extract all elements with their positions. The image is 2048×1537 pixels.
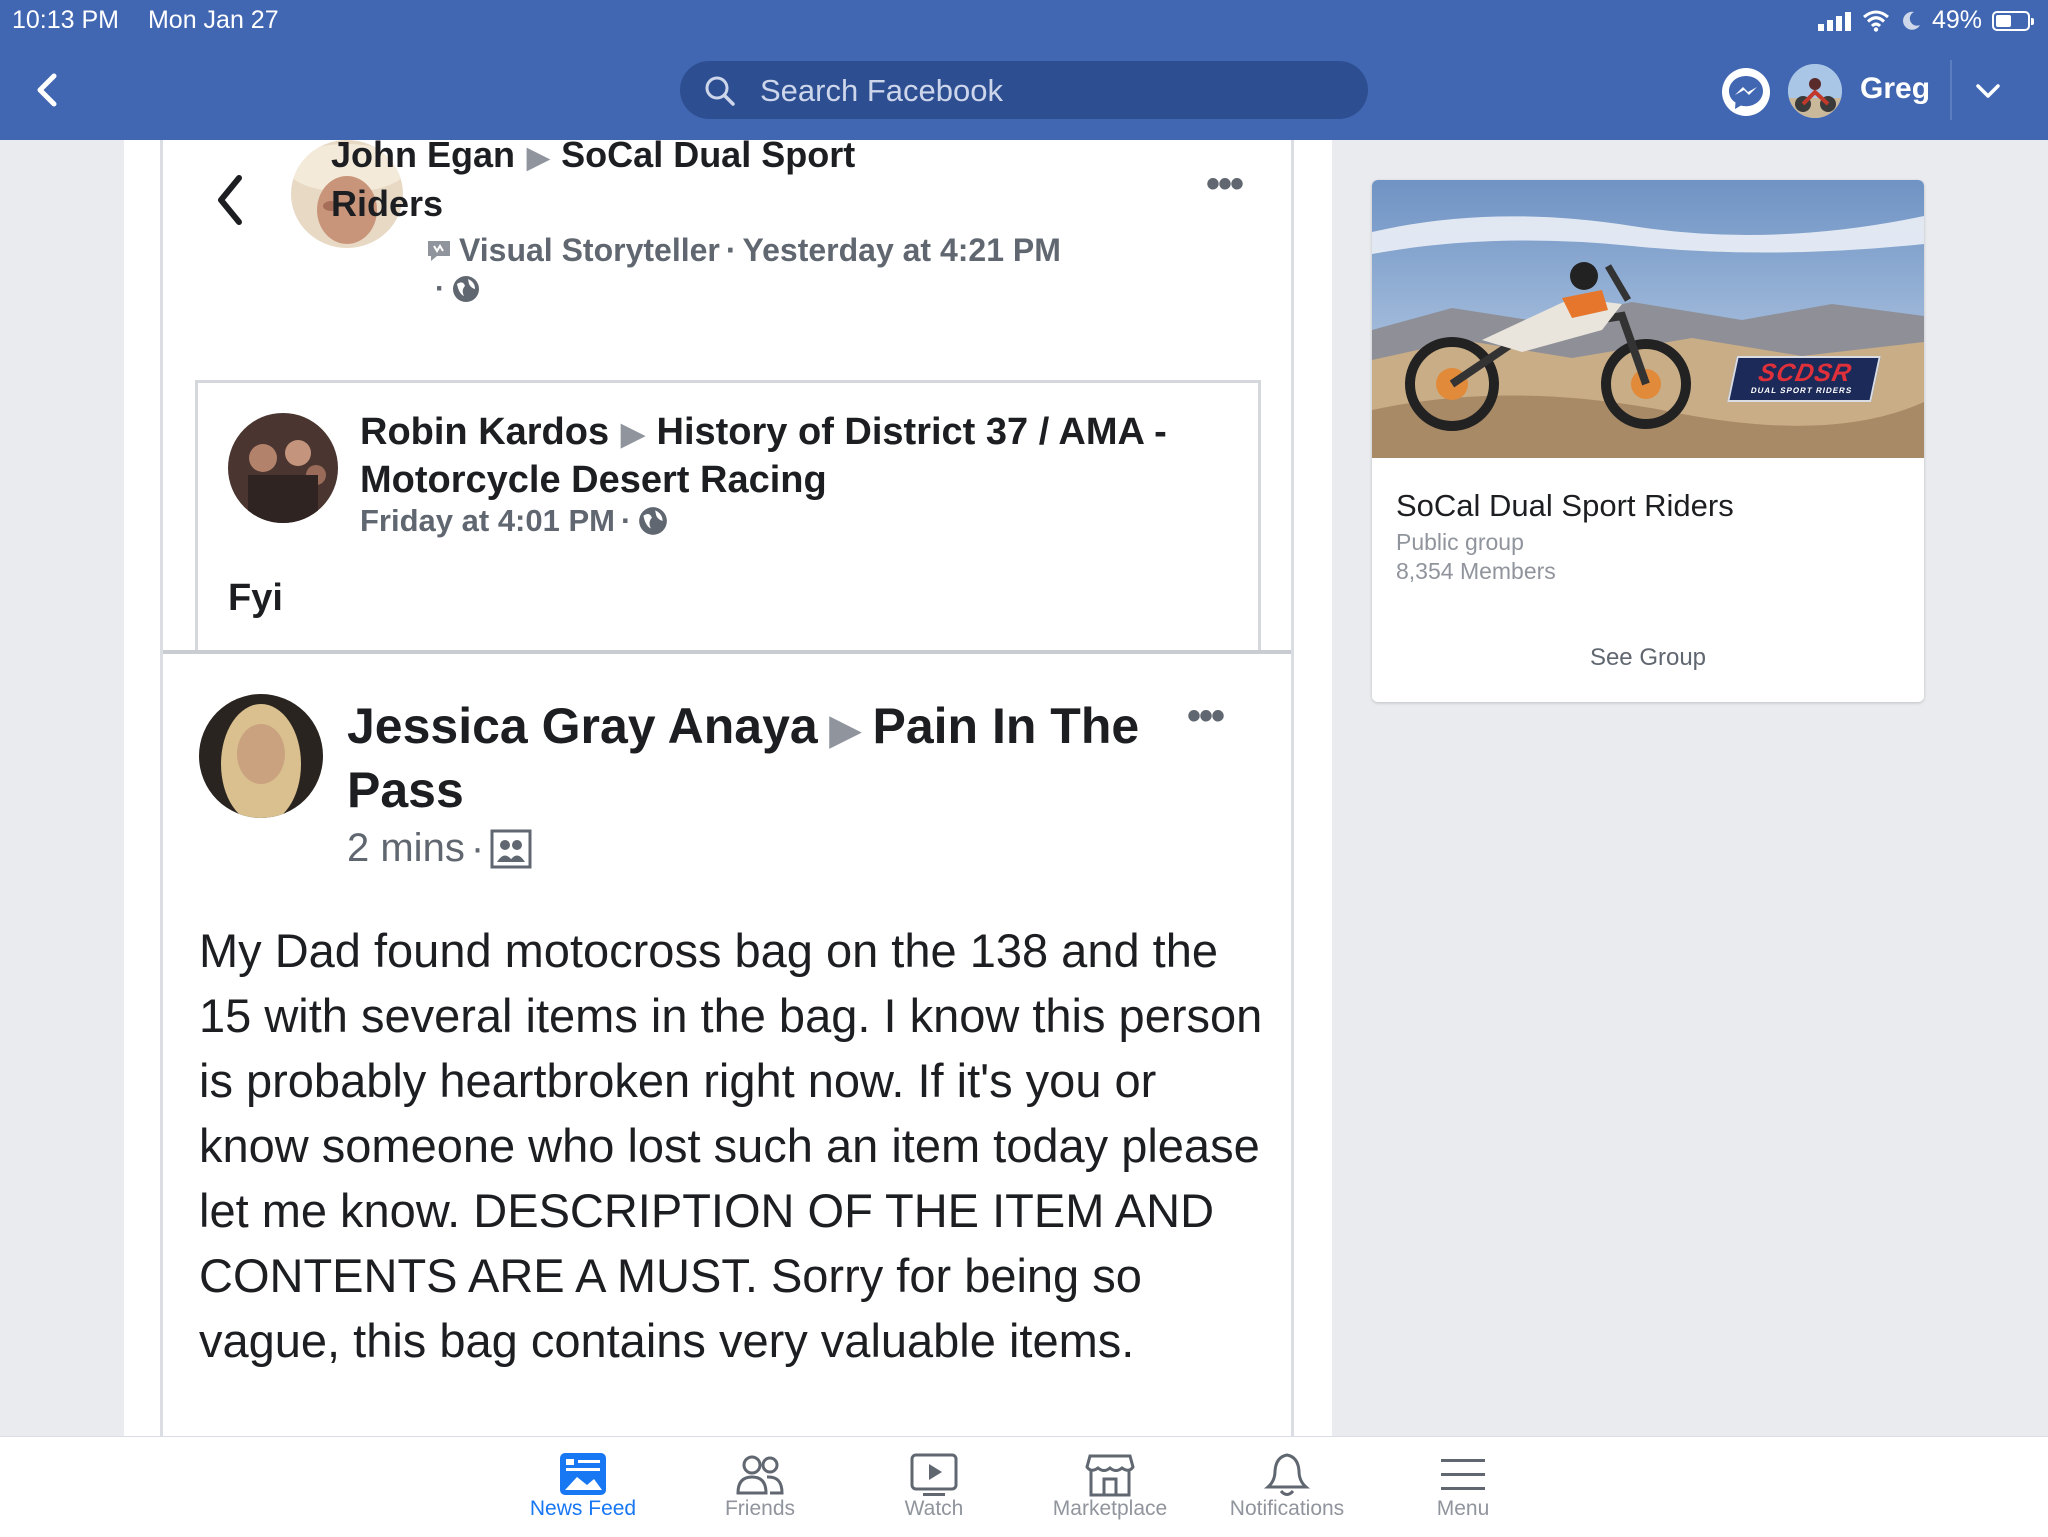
status-date: Mon Jan 27	[147, 6, 279, 34]
post-divider	[163, 650, 1291, 654]
post-author[interactable]: Jessica Gray Anaya	[347, 698, 818, 754]
shared-post-author[interactable]: John Egan	[331, 140, 515, 175]
shared-post-privacy: ·	[435, 272, 481, 306]
see-group-button[interactable]: See Group	[1372, 644, 1924, 672]
group-logo-text: SCDSR	[1756, 359, 1855, 387]
tab-watch[interactable]: Watch	[846, 1437, 1022, 1537]
storyteller-badge-icon	[428, 240, 450, 261]
group-cover-photo[interactable]	[1372, 180, 1924, 458]
quoted-post-meta: Friday at 4:01 PM ·	[360, 503, 669, 539]
tab-label: Notifications	[1229, 1497, 1345, 1520]
messenger-button[interactable]	[1722, 68, 1770, 116]
post-title: Jessica Gray Anaya ▶ Pain In The Pass	[347, 696, 1147, 820]
group-logo-subtext: DUAL SPORT RIDERS	[1749, 386, 1854, 395]
group-name[interactable]: SoCal Dual Sport Riders	[1396, 488, 1734, 524]
profile-photo-icon	[199, 694, 323, 818]
meta-separator: ·	[620, 503, 632, 538]
meta-separator: ·	[725, 232, 737, 268]
quoted-post: Robin Kardos ▶ History of District 37 / AM…	[195, 380, 1261, 650]
watch-icon	[910, 1453, 958, 1496]
meta-separator: ·	[435, 272, 445, 305]
shared-post-title: John Egan ▶ SoCal Dual Sport Riders	[331, 140, 931, 227]
more-options-icon[interactable]: •••	[1187, 694, 1225, 739]
post-meta: 2 mins ·	[347, 826, 532, 871]
globe-icon	[453, 276, 479, 302]
chevron-down-icon[interactable]	[1973, 76, 2003, 106]
search-input[interactable]	[758, 61, 1342, 121]
notifications-icon	[1263, 1453, 1311, 1496]
moon-icon	[1903, 11, 1920, 30]
tab-label: News Feed	[529, 1497, 637, 1520]
tab-news-feed[interactable]: News Feed	[495, 1437, 671, 1537]
battery-icon	[1992, 10, 2034, 31]
profile-avatar[interactable]	[1788, 64, 1842, 118]
news-feed-column: John Egan ▶ SoCal Dual Sport Riders Visual…	[124, 140, 1332, 1436]
post-time[interactable]: 2 mins	[347, 826, 465, 871]
group-privacy: Public group	[1396, 529, 1524, 555]
quoted-post-time[interactable]: Friday at 4:01 PM	[360, 503, 615, 539]
tab-menu[interactable]: Menu	[1375, 1437, 1551, 1537]
group-card: SCDSR DUAL SPORT RIDERS SoCal Dual Sport…	[1372, 180, 1924, 702]
quoted-post-title: Robin Kardos ▶ History of District 37 / AM…	[360, 409, 1220, 503]
tab-notifications[interactable]: Notifications	[1199, 1437, 1375, 1537]
group-audience-icon	[490, 829, 532, 868]
news-feed-icon	[560, 1453, 606, 1495]
back-chevron-icon[interactable]	[28, 70, 68, 110]
profile-name[interactable]: Greg	[1860, 72, 1930, 106]
profile-photo-icon	[228, 413, 338, 523]
tab-marketplace[interactable]: Marketplace	[1022, 1437, 1198, 1537]
tab-friends[interactable]: Friends	[672, 1437, 848, 1537]
search-icon	[705, 76, 735, 106]
tab-label: Menu	[1436, 1497, 1490, 1520]
tab-label: Marketplace	[1052, 1497, 1168, 1520]
search-bar[interactable]	[680, 61, 1368, 121]
more-options-icon[interactable]: •••	[1206, 162, 1244, 207]
group-logo: SCDSR DUAL SPORT RIDERS	[1727, 356, 1881, 402]
feed-post-screenshot: John Egan ▶ SoCal Dual Sport Riders Visual…	[160, 140, 1294, 1436]
meta-separator: ·	[470, 826, 485, 870]
top-navigation-bar: 10:13 PM Mon Jan 27 49% Search Facebook …	[0, 0, 2048, 140]
bottom-tab-bar: News Feed Friends Watch Marketplace Noti…	[0, 1436, 2048, 1537]
shared-post-time[interactable]: Yesterday at 4:21 PM	[743, 232, 1061, 269]
cellular-signal-icon	[1817, 11, 1851, 31]
group-member-count: 8,354 Members	[1396, 558, 1556, 584]
messenger-icon	[1729, 76, 1763, 109]
back-arrow-icon[interactable]	[211, 170, 251, 230]
quoted-post-author[interactable]: Robin Kardos	[360, 411, 609, 453]
menu-icon	[1441, 1459, 1485, 1490]
wifi-icon	[1862, 10, 1889, 32]
friends-icon	[736, 1455, 784, 1495]
tab-label: Friends	[724, 1497, 796, 1520]
jessica-avatar[interactable]	[199, 694, 323, 818]
battery-percent: 49%	[1931, 6, 1982, 34]
status-time: 10:13 PM	[12, 6, 120, 34]
arrow-right-icon: ▶	[829, 708, 861, 752]
marketplace-icon	[1085, 1454, 1135, 1497]
arrow-right-icon: ▶	[527, 142, 550, 174]
shared-post-meta: Visual Storyteller · Yesterday at 4:21 P…	[425, 232, 1061, 269]
post-body: My Dad found motocross bag on the 138 an…	[199, 924, 1263, 1367]
nav-divider	[1950, 60, 1952, 120]
robin-kardos-avatar[interactable]	[228, 413, 338, 523]
status-bar-right: 49%	[1817, 6, 2034, 35]
status-bar-left: 10:13 PM Mon Jan 27	[12, 6, 301, 35]
storyteller-badge[interactable]: Visual Storyteller	[459, 232, 720, 269]
battery-level	[1996, 14, 2011, 27]
globe-icon	[639, 507, 668, 535]
arrow-right-icon: ▶	[621, 417, 645, 451]
shared-post: John Egan ▶ SoCal Dual Sport Riders Visual…	[163, 140, 1291, 654]
profile-photo-icon	[1788, 64, 1842, 118]
quoted-post-text: Fyi	[228, 577, 283, 619]
tab-label: Watch	[904, 1497, 964, 1520]
